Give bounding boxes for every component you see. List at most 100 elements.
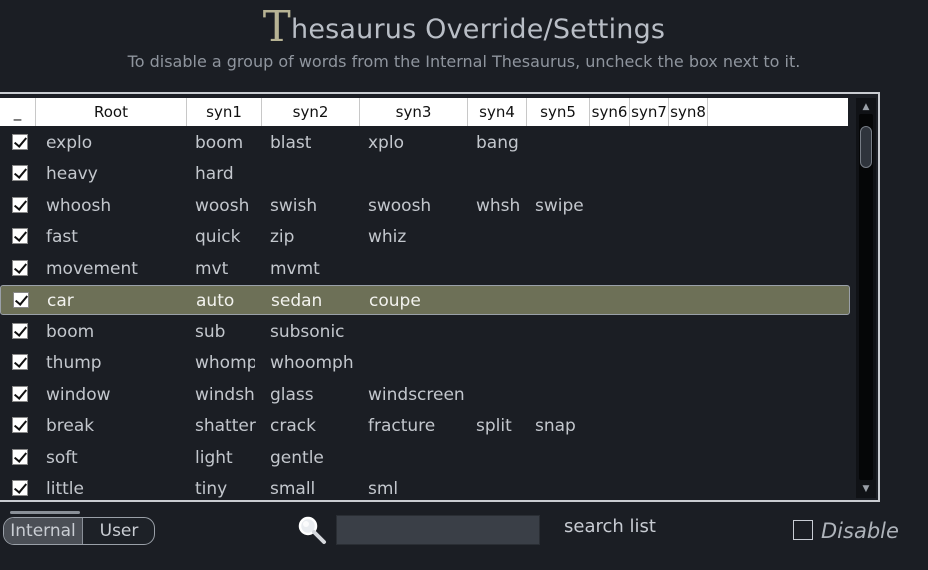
root-cell: movement — [46, 259, 138, 279]
search-label: search list — [564, 516, 656, 537]
disable-checkbox[interactable] — [793, 520, 813, 540]
syn2-cell: crack — [270, 416, 316, 436]
table-row[interactable]: boom sub subsonic — [0, 317, 850, 347]
syn1-cell: hard — [195, 164, 234, 184]
syn1-cell: boom — [195, 133, 244, 153]
root-cell: window — [46, 385, 111, 405]
syn4-cell: bang — [476, 133, 519, 153]
root-cell: heavy — [46, 164, 98, 184]
column-header-syn1[interactable]: syn1 — [187, 98, 262, 126]
syn5-cell: swipe — [535, 196, 584, 216]
syn2-cell: whoomph — [270, 353, 354, 373]
table-row[interactable]: fast quick zip whiz — [0, 222, 850, 252]
table-row-selected[interactable]: car auto sedan coupe — [0, 285, 850, 315]
search-input[interactable] — [336, 515, 540, 545]
syn1-cell: auto — [196, 291, 235, 311]
vertical-scrollbar[interactable]: ▲ ▼ — [856, 98, 876, 498]
row-checkbox[interactable] — [12, 354, 28, 370]
scrollbar-track[interactable] — [859, 114, 873, 480]
triangle-down-icon[interactable]: ▼ — [856, 482, 876, 496]
table-row[interactable]: break shatter crack fracture split snap — [0, 411, 850, 441]
root-cell: whoosh — [46, 196, 112, 216]
page-title: Thesaurus Override/Settings — [0, 2, 928, 51]
tab-user[interactable]: User — [84, 518, 154, 544]
table-row[interactable]: movement mvt mvmt — [0, 254, 850, 284]
root-cell: car — [47, 291, 74, 311]
title-text: hesaurus Override/Settings — [291, 14, 666, 45]
row-checkbox[interactable] — [12, 260, 28, 276]
syn2-cell: small — [270, 479, 316, 499]
column-header-syn7[interactable]: syn7 — [630, 98, 669, 126]
syn1-cell: quick — [195, 227, 241, 247]
syn3-cell: sml — [368, 479, 399, 499]
syn2-cell: zip — [270, 227, 295, 247]
row-checkbox[interactable] — [13, 292, 29, 308]
syn1-cell: sub — [195, 322, 226, 342]
syn2-cell: mvmt — [270, 259, 320, 279]
root-cell: little — [46, 479, 84, 499]
syn1-cell: mvt — [195, 259, 229, 279]
root-cell: break — [46, 416, 95, 436]
root-cell: explo — [46, 133, 93, 153]
root-cell: fast — [46, 227, 78, 247]
active-tab-indicator — [10, 511, 80, 514]
syn4-cell: whsh — [476, 196, 521, 216]
table-row[interactable]: whoosh woosh swish swoosh whsh swipe — [0, 191, 850, 221]
syn1-cell: shatter — [195, 416, 256, 436]
syn2-cell: gentle — [270, 448, 324, 468]
row-checkbox[interactable] — [12, 386, 28, 402]
syn3-cell: swoosh — [368, 196, 432, 216]
column-header-select[interactable]: _ — [0, 98, 36, 126]
row-checkbox[interactable] — [12, 197, 28, 213]
column-header-syn8[interactable]: syn8 — [669, 98, 708, 126]
disable-label[interactable]: Disable — [821, 519, 899, 543]
syn2-cell: glass — [270, 385, 314, 405]
column-header-syn2[interactable]: syn2 — [262, 98, 360, 126]
column-header-syn5[interactable]: syn5 — [527, 98, 590, 126]
syn4-cell: split — [476, 416, 512, 436]
syn3-cell: coupe — [369, 291, 421, 311]
syn3-cell: windscreen — [368, 385, 465, 405]
syn1-cell: windsh — [195, 385, 255, 405]
row-checkbox[interactable] — [12, 323, 28, 339]
root-cell: soft — [46, 448, 78, 468]
row-checkbox[interactable] — [12, 480, 28, 496]
magnifier-icon[interactable] — [296, 514, 328, 546]
syn1-cell: light — [195, 448, 233, 468]
syn3-cell: whiz — [368, 227, 407, 247]
syn1-cell: whomp — [195, 353, 255, 373]
column-header-syn4[interactable]: syn4 — [468, 98, 527, 126]
scrollbar-thumb[interactable] — [860, 126, 872, 168]
thesaurus-table: _ Root syn1 syn2 syn3 syn4 syn5 syn6 syn… — [0, 92, 880, 502]
row-checkbox[interactable] — [12, 134, 28, 150]
page-subtitle: To disable a group of words from the Int… — [127, 52, 801, 71]
syn2-cell: subsonic — [270, 322, 345, 342]
table-row[interactable]: explo boom blast xplo bang — [0, 128, 850, 158]
row-checkbox[interactable] — [12, 165, 28, 181]
tab-internal[interactable]: Internal — [4, 518, 83, 544]
row-checkbox[interactable] — [12, 417, 28, 433]
syn3-cell: xplo — [368, 133, 404, 153]
syn5-cell: snap — [535, 416, 576, 436]
column-header-root[interactable]: Root — [36, 98, 187, 126]
root-cell: thump — [46, 353, 102, 373]
table-row[interactable]: thump whomp whoomph — [0, 348, 850, 378]
syn3-cell: fracture — [368, 416, 436, 436]
table-row[interactable]: little tiny small sml — [0, 474, 850, 500]
syn2-cell: sedan — [271, 291, 323, 311]
root-cell: boom — [46, 322, 95, 342]
triangle-up-icon[interactable]: ▲ — [856, 100, 876, 114]
title-initial: T — [262, 2, 292, 51]
table-row[interactable]: soft light gentle — [0, 443, 850, 473]
syn1-cell: tiny — [195, 479, 228, 499]
thesaurus-source-toggle: Internal User — [3, 517, 155, 545]
table-row[interactable]: window windsh glass windscreen — [0, 380, 850, 410]
row-checkbox[interactable] — [12, 449, 28, 465]
column-header-syn6[interactable]: syn6 — [590, 98, 630, 126]
column-header-syn3[interactable]: syn3 — [360, 98, 468, 126]
syn5-cell — [535, 128, 589, 158]
table-header: _ Root syn1 syn2 syn3 syn4 syn5 syn6 syn… — [0, 98, 848, 126]
syn2-cell: swish — [270, 196, 318, 216]
table-row[interactable]: heavy hard — [0, 159, 850, 189]
row-checkbox[interactable] — [12, 228, 28, 244]
